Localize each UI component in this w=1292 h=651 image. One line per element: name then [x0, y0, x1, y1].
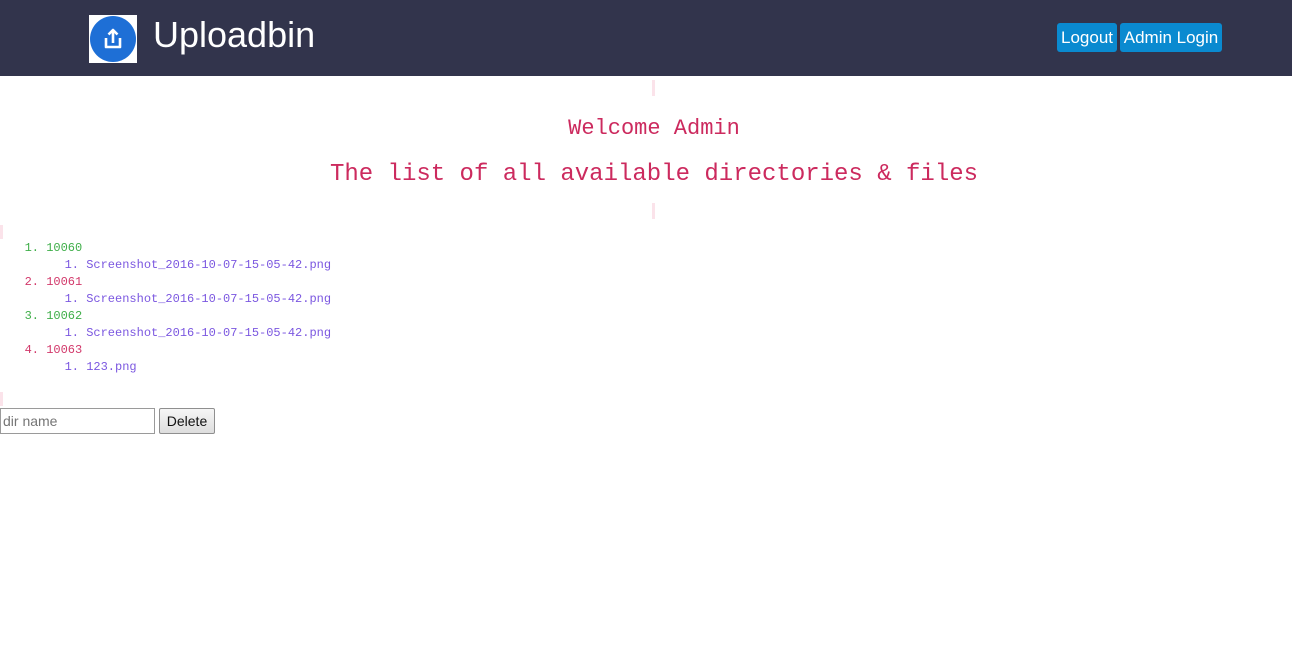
- file-number: 1.: [64, 258, 79, 272]
- directory-number: 1.: [24, 241, 39, 255]
- directory-item: 1. 10060 1. Screenshot_2016-10-07-15-05-…: [0, 240, 331, 274]
- delete-button[interactable]: Delete: [159, 408, 215, 434]
- welcome-heading: Welcome Admin: [568, 116, 740, 141]
- file-entry[interactable]: 1. Screenshot_2016-10-07-15-05-42.png: [0, 291, 331, 308]
- directory-name: 10060: [46, 241, 83, 255]
- directory-list: 1. 10060 1. Screenshot_2016-10-07-15-05-…: [0, 240, 331, 376]
- directory-name: 10061: [46, 275, 83, 289]
- directory-item: 2. 10061 1. Screenshot_2016-10-07-15-05-…: [0, 274, 331, 308]
- directory-entry[interactable]: 1. 10060: [0, 240, 331, 257]
- dir-name-input[interactable]: [0, 408, 155, 434]
- divider-mark: [652, 80, 655, 96]
- upload-icon: [90, 16, 136, 62]
- file-number: 1.: [64, 292, 79, 306]
- file-number: 1.: [64, 360, 79, 374]
- directory-entry[interactable]: 2. 10061: [0, 274, 331, 291]
- file-entry[interactable]: 1. Screenshot_2016-10-07-15-05-42.png: [0, 325, 331, 342]
- logo[interactable]: [89, 15, 137, 63]
- file-name: 123.png: [86, 360, 137, 374]
- admin-login-button[interactable]: Admin Login: [1120, 23, 1222, 52]
- file-list-heading: The list of all available directories & …: [329, 161, 979, 188]
- directory-name: 10063: [46, 343, 83, 357]
- directory-number: 2.: [24, 275, 39, 289]
- directory-entry[interactable]: 4. 10063: [0, 342, 331, 359]
- directory-number: 4.: [24, 343, 39, 357]
- file-entry[interactable]: 1. Screenshot_2016-10-07-15-05-42.png: [0, 257, 331, 274]
- logout-button[interactable]: Logout: [1057, 23, 1117, 52]
- app-title[interactable]: Uploadbin: [153, 14, 315, 56]
- divider-mark: [0, 392, 3, 406]
- file-name: Screenshot_2016-10-07-15-05-42.png: [86, 326, 332, 340]
- directory-item: 4. 10063 1. 123.png: [0, 342, 331, 376]
- divider-mark: [0, 225, 3, 239]
- directory-number: 3.: [24, 309, 39, 323]
- directory-item: 3. 10062 1. Screenshot_2016-10-07-15-05-…: [0, 308, 331, 342]
- file-name: Screenshot_2016-10-07-15-05-42.png: [86, 258, 332, 272]
- directory-entry[interactable]: 3. 10062: [0, 308, 331, 325]
- directory-name: 10062: [46, 309, 83, 323]
- top-navbar: Uploadbin Logout Admin Login: [0, 0, 1292, 76]
- file-number: 1.: [64, 326, 79, 340]
- file-name: Screenshot_2016-10-07-15-05-42.png: [86, 292, 332, 306]
- divider-mark: [652, 203, 655, 219]
- file-entry[interactable]: 1. 123.png: [0, 359, 331, 376]
